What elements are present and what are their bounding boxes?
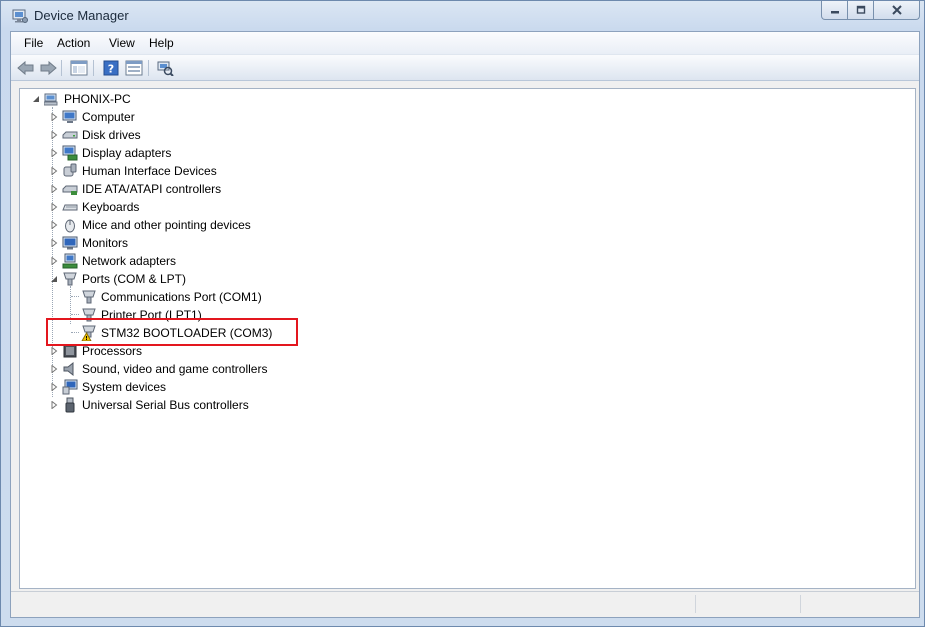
highlight-box [46,318,298,346]
show-hide-console-tree-button[interactable] [69,59,89,77]
minimize-icon [830,11,839,14]
menu-file[interactable]: File [24,36,43,50]
tree-item-label: Sound, video and game controllers [82,362,268,376]
tree-item-label: Disk drives [82,128,141,142]
tree-item-label: Mice and other pointing devices [82,218,251,232]
expand-arrow-icon[interactable] [50,149,58,157]
show-hide-console-tree-icon [70,60,88,76]
tree-root[interactable]: PHONIX-PC [20,90,420,108]
expand-arrow-icon[interactable] [50,167,58,175]
back-button[interactable] [16,59,36,77]
expand-arrow-icon[interactable] [50,383,58,391]
help-button[interactable]: ? [101,59,121,77]
tree-item-usb-controllers[interactable]: Universal Serial Bus controllers [20,396,420,414]
client-area: File Action View Help ? PHONIX-PC Comput… [10,31,920,618]
expand-arrow-icon[interactable] [50,401,58,409]
tree-item-mice[interactable]: Mice and other pointing devices [20,216,420,234]
close-icon [891,5,902,15]
port-icon [82,290,96,304]
expand-arrow-icon[interactable] [50,239,58,247]
hid-icon [63,163,77,177]
expand-arrow-icon[interactable] [50,185,58,193]
tree-root-label: PHONIX-PC [64,92,131,106]
tree-item-label: Computer [82,110,135,124]
tree-item-keyboards[interactable]: Keyboards [20,198,420,216]
collapse-arrow-icon[interactable] [32,95,40,103]
menu-action[interactable]: Action [57,36,90,50]
tree-item-label: Display adapters [82,146,172,160]
collapse-arrow-icon[interactable] [50,275,58,283]
speaker-icon [63,361,74,377]
tree-item-label: Keyboards [82,200,140,214]
monitor-icon [62,236,78,250]
back-icon [17,61,34,75]
tree-item-disk-drives[interactable]: Disk drives [20,126,420,144]
port-icon [63,272,77,286]
tree-item-ide-controllers[interactable]: IDE ATA/ATAPI controllers [20,180,420,198]
expand-arrow-icon[interactable] [50,257,58,265]
computer-icon [62,110,77,123]
tree-item-computer[interactable]: Computer [20,108,420,126]
properties-icon [125,60,143,76]
keyboard-icon [62,204,78,211]
network-adapter-icon [62,253,78,269]
tree-item-ports[interactable]: Ports (COM & LPT) [20,270,420,288]
tree-item-label: Universal Serial Bus controllers [82,398,249,412]
computer-icon [44,93,58,106]
tree-item-label: Network adapters [82,254,177,268]
scan-hardware-icon [157,61,174,76]
device-manager-window: Device Manager File Action View Help ? P… [0,0,925,627]
close-button[interactable] [874,1,920,20]
device-tree[interactable]: PHONIX-PC Computer Disk drives Display a… [19,88,916,589]
menu-view[interactable]: View [109,36,135,50]
status-divider [695,595,696,613]
expand-arrow-icon[interactable] [50,113,58,121]
device-manager-app-icon [12,8,28,24]
ide-controller-icon [62,185,78,195]
tree-item-sound-controllers[interactable]: Sound, video and game controllers [20,360,420,378]
maximize-icon [856,5,865,14]
mouse-icon [65,219,75,233]
toolbar: ? [11,55,919,81]
tree-item-label: Human Interface Devices [82,164,217,178]
tree-item-label: Ports (COM & LPT) [82,272,187,286]
tree-item-system-devices[interactable]: System devices [20,378,420,396]
expand-arrow-icon[interactable] [50,203,58,211]
system-devices-icon [62,379,78,395]
display-adapter-icon [62,145,78,161]
expand-arrow-icon[interactable] [50,221,58,229]
tree-item-communications-port[interactable]: Communications Port (COM1) [20,288,420,306]
forward-icon [40,61,57,75]
disk-drive-icon [62,131,78,139]
tree-item-display-adapters[interactable]: Display adapters [20,144,420,162]
tree-item-label: Communications Port (COM1) [101,290,262,304]
help-icon: ? [103,60,119,76]
menu-bar: File Action View Help [11,32,919,55]
menu-help[interactable]: Help [149,36,174,50]
minimize-button[interactable] [821,1,848,20]
status-divider [800,595,801,613]
forward-button[interactable] [38,59,58,77]
tree-item-label: IDE ATA/ATAPI controllers [82,182,222,196]
tree-item-network-adapters[interactable]: Network adapters [20,252,420,270]
expand-arrow-icon[interactable] [50,347,58,355]
status-bar [11,591,919,617]
expand-arrow-icon[interactable] [50,365,58,373]
maximize-button[interactable] [848,1,874,20]
tree-item-human-interface-devices[interactable]: Human Interface Devices [20,162,420,180]
tree-item-label: Monitors [82,236,129,250]
usb-icon [65,397,75,413]
svg-text:?: ? [108,63,114,76]
tree-item-monitors[interactable]: Monitors [20,234,420,252]
expand-arrow-icon[interactable] [50,131,58,139]
window-title: Device Manager [34,8,129,23]
title-bar[interactable]: Device Manager [1,1,924,31]
properties-button[interactable] [124,59,144,77]
scan-hardware-button[interactable] [155,59,175,77]
tree-item-label: System devices [82,380,167,394]
